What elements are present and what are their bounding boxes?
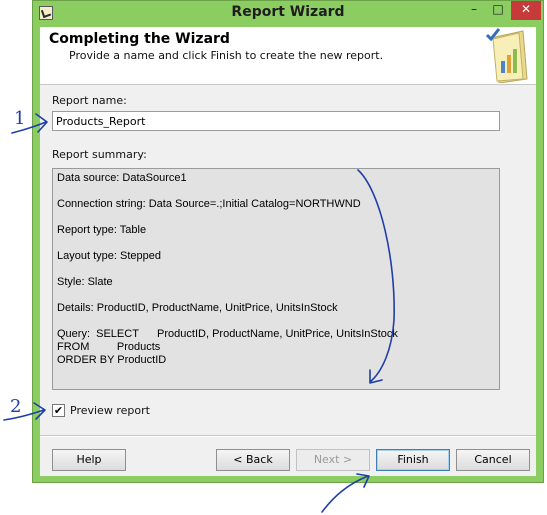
preview-report-label[interactable]: Preview report	[70, 404, 150, 417]
title-bar[interactable]: Report Wizard – □ ✕	[33, 1, 543, 27]
summary-line: Report type: Table	[57, 224, 147, 236]
page-subtitle: Provide a name and click Finish to creat…	[69, 49, 384, 62]
summary-line: Style: Slate	[57, 276, 113, 288]
summary-line: Layout type: Stepped	[57, 250, 161, 262]
report-name-input[interactable]	[52, 111, 500, 131]
summary-line: Details: ProductID, ProductName, UnitPri…	[57, 302, 338, 314]
wizard-header: Completing the Wizard Provide a name and…	[40, 27, 536, 85]
finish-button[interactable]: Finish	[376, 449, 450, 471]
summary-line: Connection string: Data Source=.;Initial…	[57, 198, 361, 210]
summary-query-line: ORDER BY ProductID	[57, 354, 167, 366]
cancel-button[interactable]: Cancel	[456, 449, 530, 471]
back-button[interactable]: < Back	[216, 449, 290, 471]
footer-divider	[40, 435, 536, 437]
report-summary-box[interactable]: Data source: DataSource1 Connection stri…	[52, 168, 500, 390]
report-wizard-graphic-icon	[485, 28, 528, 83]
annotation-marker-1: 1	[14, 108, 25, 129]
wizard-client-area: Completing the Wizard Provide a name and…	[40, 27, 536, 476]
report-wizard-window: Report Wizard – □ ✕ Completing the Wizar…	[32, 0, 544, 483]
help-button[interactable]: Help	[52, 449, 126, 471]
page-title: Completing the Wizard	[49, 31, 230, 47]
report-summary-label: Report summary:	[52, 148, 147, 161]
annotation-marker-2: 2	[10, 396, 21, 417]
next-button[interactable]: Next >	[296, 449, 370, 471]
report-name-label: Report name:	[52, 94, 127, 107]
summary-query-line: Query: SELECT ProductID, ProductName, Un…	[57, 328, 398, 340]
preview-report-checkbox[interactable]: ✔	[52, 404, 65, 417]
close-button[interactable]: ✕	[511, 1, 541, 20]
summary-query-line: FROM Products	[57, 341, 161, 353]
summary-line: Data source: DataSource1	[57, 172, 187, 184]
minimize-button[interactable]: –	[463, 1, 485, 20]
maximize-button[interactable]: □	[487, 1, 509, 20]
